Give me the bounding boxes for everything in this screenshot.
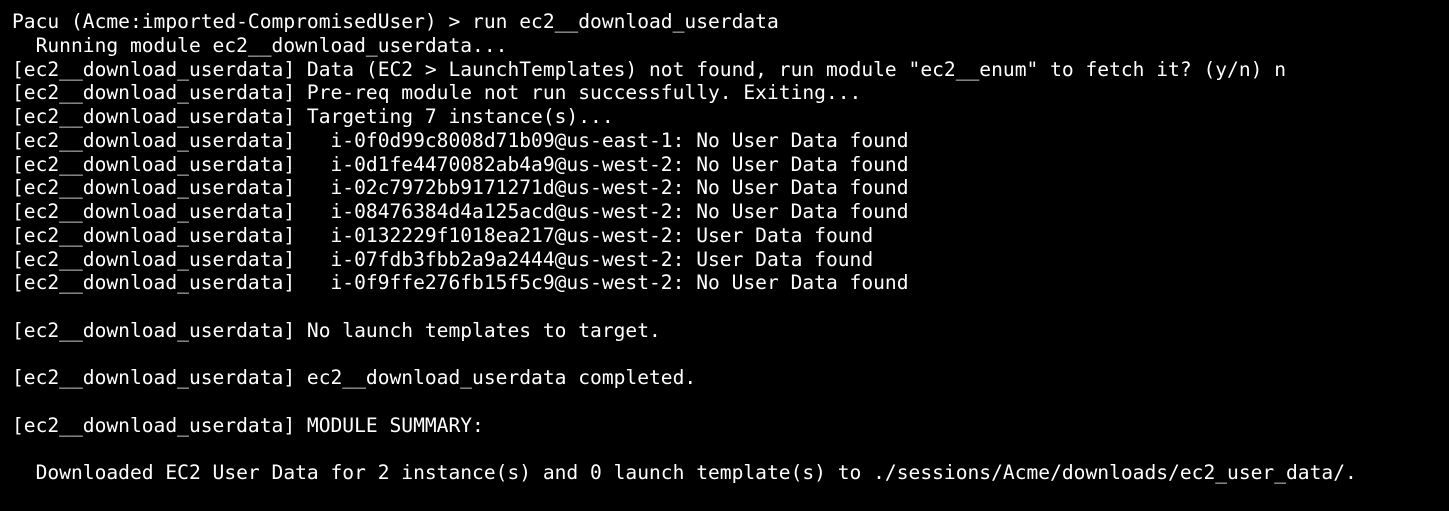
output-line: [ec2__download_userdata] Data (EC2 > Lau… [12, 57, 1287, 81]
output-line: [ec2__download_userdata] Targeting 7 ins… [12, 105, 614, 128]
output-line: [ec2__download_userdata] ec2__download_u… [12, 366, 697, 390]
summary-line: Downloaded EC2 User Data for 2 instance(… [12, 461, 1357, 485]
output-line: [ec2__download_userdata] i-0d1fe4470082a… [12, 152, 909, 176]
output-line: Running module ec2__download_userdata... [12, 33, 508, 57]
output-line: [ec2__download_userdata] i-02c7972bb9171… [12, 176, 909, 200]
output-line: [ec2__download_userdata] i-08476384d4a12… [12, 200, 909, 223]
output-line: [ec2__download_userdata] i-0f0d99c8008d7… [12, 128, 909, 152]
output-line: [ec2__download_userdata] i-0132229f1018e… [12, 223, 874, 247]
terminal-output[interactable]: Pacu (Acme:imported-CompromisedUser) > r… [0, 0, 1449, 511]
command-line: Pacu (Acme:imported-CompromisedUser) > r… [12, 10, 779, 33]
output-line: [ec2__download_userdata] Pre-req module … [12, 81, 862, 105]
output-line: [ec2__download_userdata] i-07fdb3fbb2a9a… [12, 247, 874, 271]
output-line: [ec2__download_userdata] No launch templ… [12, 318, 661, 342]
output-line: [ec2__download_userdata] i-0f9ffe276fb15… [12, 271, 909, 295]
module-summary-heading: [ec2__download_userdata] MODULE SUMMARY: [12, 413, 484, 437]
